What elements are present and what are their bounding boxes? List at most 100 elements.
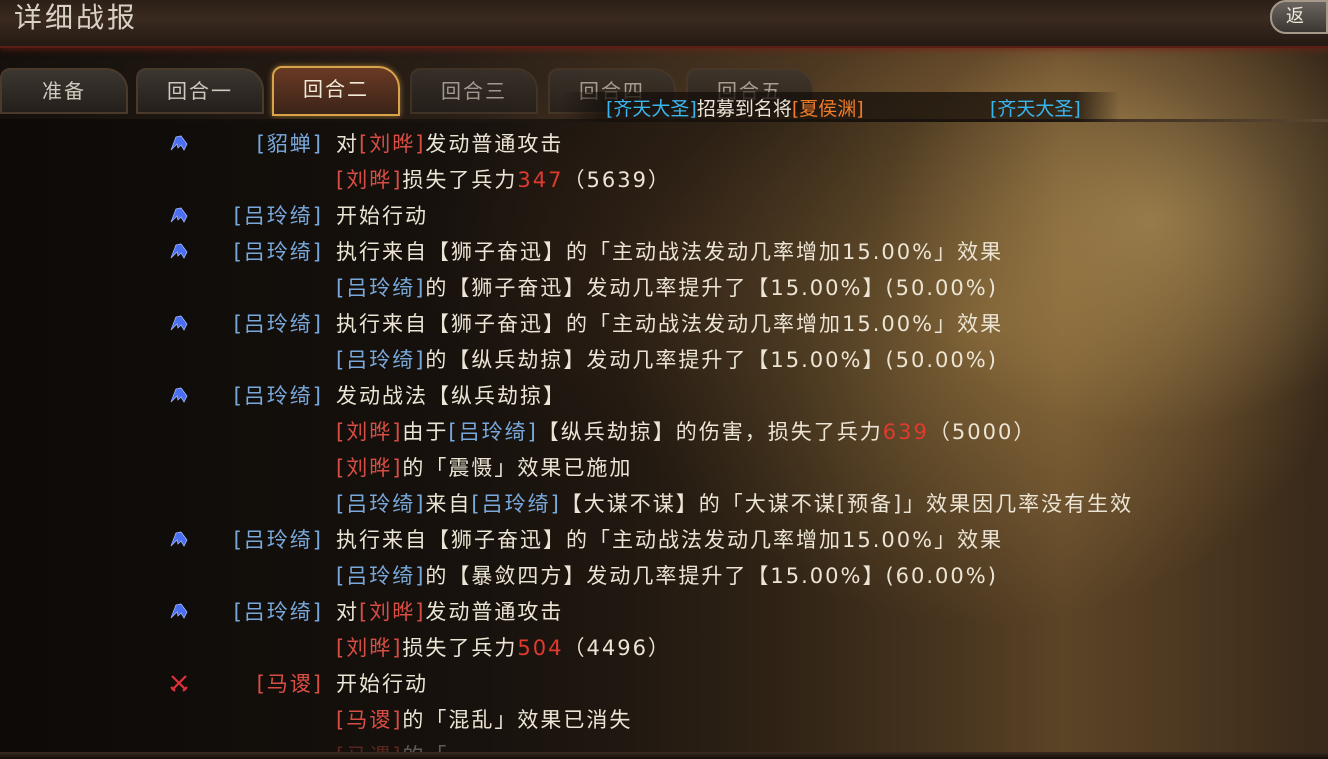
- log-row: [吕玲绮]的【狮子奋迅】发动几率提升了【15.00%】(50.00%): [0, 268, 1328, 304]
- log-segment: [刘晔]: [336, 456, 403, 480]
- log-segment: [吕玲绮]: [471, 492, 561, 516]
- log-segment: （4496）: [563, 636, 671, 660]
- log-segment: [夏侯渊]: [791, 98, 864, 120]
- broadcast-message: [齐天大圣]: [990, 94, 1081, 120]
- log-message: 开始行动: [336, 200, 428, 230]
- log-actor: [吕玲绮]: [233, 384, 323, 408]
- tab-round-1[interactable]: 回合一: [136, 68, 264, 114]
- log-segment: 发动普通攻击: [425, 600, 564, 624]
- broadcast-banner: [齐天大圣]招募到名将[夏侯渊] [齐天大圣]: [560, 92, 1120, 122]
- log-segment: 开始行动: [336, 204, 428, 228]
- attack-icon: [168, 204, 190, 226]
- log-message: 执行来自【狮子奋迅】的「主动战法发动几率增加15.00%」效果: [336, 236, 1003, 266]
- log-actor: [吕玲绮]: [233, 204, 323, 228]
- log-segment: 由于: [402, 420, 449, 444]
- log-row: [刘晔]损失了兵力347（5639）: [0, 160, 1328, 196]
- log-message: 对[刘晔]发动普通攻击: [336, 596, 563, 626]
- bottom-border: [0, 752, 1328, 759]
- log-segment: [齐天大圣]: [606, 98, 697, 120]
- log-segment: 执行来自【狮子奋迅】的「主动战法发动几率增加15.00%」效果: [336, 312, 1004, 336]
- log-segment: [吕玲绮]: [336, 276, 426, 300]
- attack-icon: [168, 132, 190, 154]
- log-segment: [刘晔]: [336, 420, 403, 444]
- log-segment: [齐天大圣]: [990, 98, 1081, 120]
- log-message: [吕玲绮]的【纵兵劫掠】发动几率提升了【15.00%】(50.00%): [336, 344, 998, 374]
- log-row: [吕玲绮]的【暴敛四方】发动几率提升了【15.00%】(60.00%): [0, 556, 1328, 592]
- log-segment: 发动普通攻击: [425, 132, 564, 156]
- log-row: [吕玲绮] 执行来自【狮子奋迅】的「主动战法发动几率增加15.00%」效果: [0, 520, 1328, 556]
- log-segment: 的【暴敛四方】发动几率提升了【15.00%】(60.00%): [425, 564, 998, 588]
- log-segment: 347: [517, 168, 564, 192]
- log-segment: 的「震慑」效果已施加: [402, 456, 633, 480]
- log-row: [吕玲绮] 开始行动: [0, 196, 1328, 232]
- log-row: [刘晔]由于[吕玲绮]【纵兵劫掠】的伤害，损失了兵力639（5000）: [0, 412, 1328, 448]
- log-message: [刘晔]由于[吕玲绮]【纵兵劫掠】的伤害，损失了兵力639（5000）: [336, 416, 1036, 446]
- broadcast-ticker: [齐天大圣]招募到名将[夏侯渊] [齐天大圣]: [606, 94, 1096, 120]
- log-segment: 发动战法【纵兵劫掠】: [336, 384, 566, 408]
- log-segment: 来自: [425, 492, 472, 516]
- tab-prepare[interactable]: 准备: [0, 68, 128, 114]
- log-segment: [吕玲绮]: [448, 420, 538, 444]
- tab-round-3[interactable]: 回合三: [410, 68, 538, 114]
- attack-icon: [168, 528, 190, 550]
- log-row: [马谡] 开始行动: [0, 664, 1328, 700]
- log-actor: [吕玲绮]: [233, 528, 323, 552]
- log-message: 执行来自【狮子奋迅】的「主动战法发动几率增加15.00%」效果: [336, 524, 1003, 554]
- log-row: [吕玲绮]的【纵兵劫掠】发动几率提升了【15.00%】(50.00%): [0, 340, 1328, 376]
- log-segment: 损失了兵力: [402, 636, 518, 660]
- log-message: [刘晔]损失了兵力504（4496）: [336, 632, 671, 662]
- log-actor: [马谡]: [256, 672, 323, 696]
- log-segment: 损失了兵力: [402, 168, 518, 192]
- log-message: 对[刘晔]发动普通攻击: [336, 128, 563, 158]
- attack-icon: [168, 384, 190, 406]
- log-segment: 招募到名将: [696, 98, 792, 120]
- title-bar: 详细战报 返: [0, 0, 1328, 48]
- log-segment: 对: [336, 132, 359, 156]
- log-message: [刘晔]损失了兵力347（5639）: [336, 164, 671, 194]
- log-row: [马谡]的「混乱」效果已消失: [0, 700, 1328, 736]
- log-row: [刘晔]的「震慑」效果已施加: [0, 448, 1328, 484]
- log-segment: 的「混乱」效果已消失: [402, 708, 633, 732]
- log-segment: 504: [517, 636, 564, 660]
- log-segment: [刘晔]: [336, 168, 403, 192]
- log-segment: [吕玲绮]: [336, 564, 426, 588]
- tab-round-2[interactable]: 回合二: [272, 66, 400, 116]
- log-message: [吕玲绮]的【狮子奋迅】发动几率提升了【15.00%】(50.00%): [336, 272, 998, 302]
- log-message: 发动战法【纵兵劫掠】: [336, 380, 566, 410]
- log-segment: [吕玲绮]: [336, 348, 426, 372]
- log-message: 开始行动: [336, 668, 428, 698]
- log-row: [吕玲绮]来自[吕玲绮]【大谋不谋】的「大谋不谋[预备]」效果因几率没有生效: [0, 484, 1328, 520]
- battle-log[interactable]: [貂蝉] 对[刘晔]发动普通攻击 [刘晔]损失了兵力347（5639） [吕玲绮] 开始…: [0, 124, 1328, 754]
- log-segment: （5639）: [563, 168, 671, 192]
- broadcast-message: [齐天大圣]招募到名将[夏侯渊]: [606, 94, 864, 120]
- back-button[interactable]: 返: [1270, 0, 1328, 34]
- log-row: [吕玲绮] 执行来自【狮子奋迅】的「主动战法发动几率增加15.00%」效果: [0, 304, 1328, 340]
- log-segment: 的【狮子奋迅】发动几率提升了【15.00%】(50.00%): [425, 276, 998, 300]
- log-segment: 开始行动: [336, 672, 428, 696]
- log-segment: [吕玲绮]: [336, 492, 426, 516]
- log-segment: 执行来自【狮子奋迅】的「主动战法发动几率增加15.00%」效果: [336, 240, 1004, 264]
- log-segment: 【纵兵劫掠】的伤害，损失了兵力: [537, 420, 883, 444]
- log-row: [吕玲绮] 发动战法【纵兵劫掠】: [0, 376, 1328, 412]
- log-row: [貂蝉] 对[刘晔]发动普通攻击: [0, 124, 1328, 160]
- attack-icon: [168, 600, 190, 622]
- log-actor: [吕玲绮]: [233, 312, 323, 336]
- log-message: [吕玲绮]的【暴敛四方】发动几率提升了【15.00%】(60.00%): [336, 560, 998, 590]
- log-actor: [貂蝉]: [256, 132, 323, 156]
- crossed-swords-icon: [168, 672, 190, 694]
- log-row: [吕玲绮] 对[刘晔]发动普通攻击: [0, 592, 1328, 628]
- log-segment: [刘晔]: [359, 600, 426, 624]
- log-row: [吕玲绮] 执行来自【狮子奋迅】的「主动战法发动几率增加15.00%」效果: [0, 232, 1328, 268]
- log-actor: [吕玲绮]: [233, 240, 323, 264]
- log-row: [刘晔]损失了兵力504（4496）: [0, 628, 1328, 664]
- log-actor: [吕玲绮]: [233, 600, 323, 624]
- log-segment: [刘晔]: [336, 636, 403, 660]
- log-segment: 对: [336, 600, 359, 624]
- log-message: [刘晔]的「震慑」效果已施加: [336, 452, 632, 482]
- back-button-label: 返: [1286, 6, 1304, 27]
- log-message: [吕玲绮]来自[吕玲绮]【大谋不谋】的「大谋不谋[预备]」效果因几率没有生效: [336, 488, 1133, 518]
- window-title: 详细战报: [14, 1, 139, 34]
- attack-icon: [168, 312, 190, 334]
- log-segment: 的【纵兵劫掠】发动几率提升了【15.00%】(50.00%): [425, 348, 998, 372]
- log-message: 执行来自【狮子奋迅】的「主动战法发动几率增加15.00%」效果: [336, 308, 1003, 338]
